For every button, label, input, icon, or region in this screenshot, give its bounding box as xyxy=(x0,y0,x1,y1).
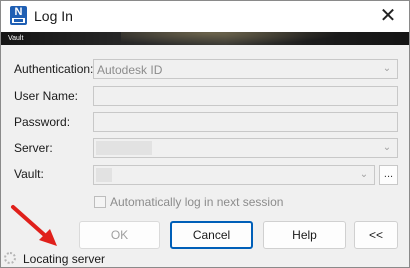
chevron-down-icon: ⌄ xyxy=(382,142,392,153)
status-text: Locating server xyxy=(23,252,106,266)
title-bar: N Log In ✕ xyxy=(1,1,409,32)
login-dialog: N Log In ✕ Vault Authentication: Autodes… xyxy=(0,0,410,268)
authentication-value: Autodesk ID xyxy=(97,63,163,77)
vault-banner: Vault xyxy=(1,32,409,45)
password-field[interactable] xyxy=(93,112,398,132)
collapse-button[interactable]: << xyxy=(354,221,398,249)
server-dropdown[interactable]: ⌄ xyxy=(93,138,398,158)
auto-login-label: Automatically log in next session xyxy=(110,195,284,209)
red-arrow-icon xyxy=(11,205,57,246)
chevron-down-icon: ⌄ xyxy=(359,169,369,180)
auto-login-checkbox[interactable] xyxy=(94,196,106,208)
vault-value-redacted xyxy=(96,168,112,182)
cancel-button[interactable]: Cancel xyxy=(170,221,253,249)
help-button[interactable]: Help xyxy=(263,221,346,249)
window-title: Log In xyxy=(34,8,73,24)
username-field[interactable] xyxy=(93,86,398,106)
vault-app-icon: N xyxy=(10,6,27,25)
authentication-label: Authentication: xyxy=(14,62,94,76)
chevron-down-icon: ⌄ xyxy=(382,63,392,74)
server-value-redacted xyxy=(96,141,152,155)
vault-label: Vault: xyxy=(14,167,44,181)
authentication-dropdown[interactable]: Autodesk ID ⌄ xyxy=(93,59,398,79)
ok-button[interactable]: OK xyxy=(79,221,160,249)
password-label: Password: xyxy=(14,115,71,129)
server-label: Server: xyxy=(14,141,53,155)
spinner-icon xyxy=(4,252,16,264)
vault-dropdown[interactable]: ⌄ xyxy=(93,165,375,185)
banner-label: Vault xyxy=(8,35,24,42)
browse-vault-button[interactable]: ... xyxy=(379,165,398,185)
close-icon: ✕ xyxy=(379,5,397,27)
username-label: User Name: xyxy=(14,89,79,103)
close-button[interactable]: ✕ xyxy=(373,4,403,29)
